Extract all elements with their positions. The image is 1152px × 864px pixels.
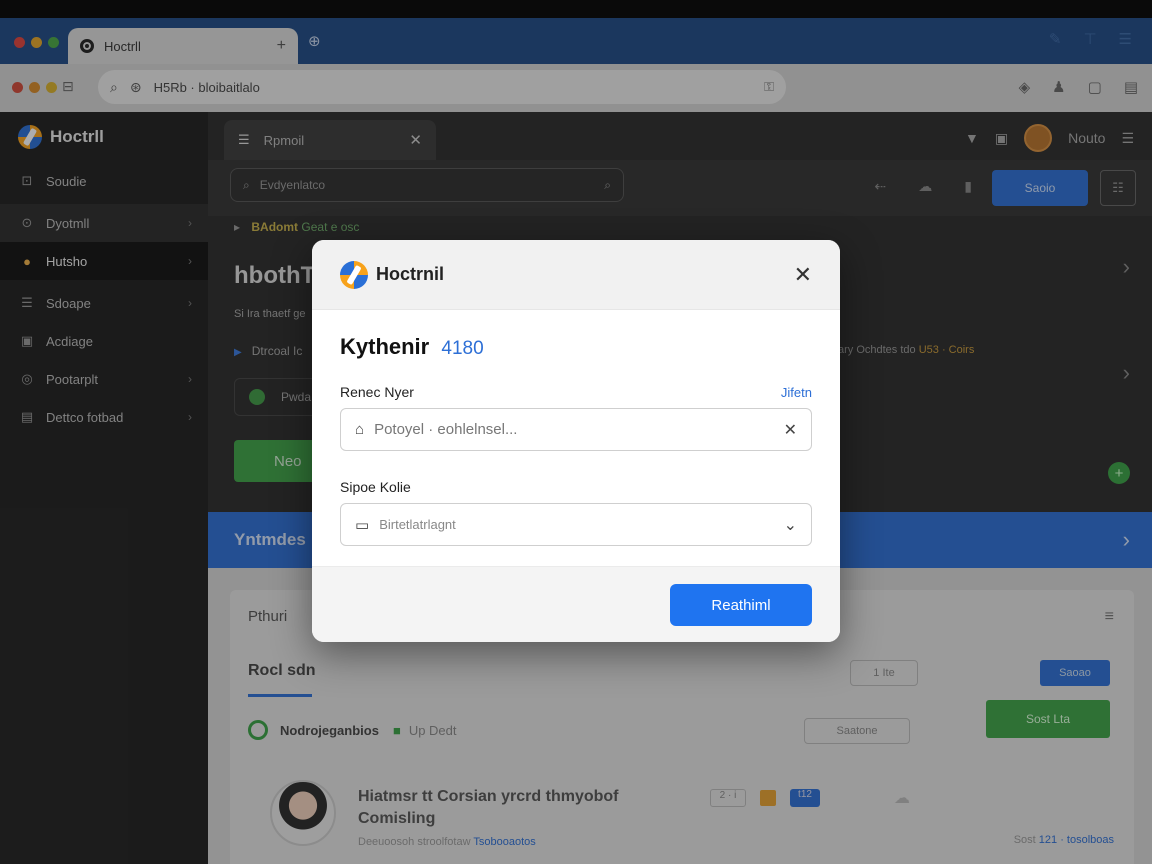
modal-title-text: Kythenir	[340, 334, 430, 359]
modal-title: Kythenir 4180	[340, 334, 812, 360]
field2-label: Sipoe Kolie	[340, 479, 411, 495]
field1-label: Renec Nyer	[340, 384, 414, 400]
chevron-down-icon: ⌄	[783, 516, 797, 534]
modal-body: Kythenir 4180 Renec Nyer Jifetn ⌂ Potoye…	[312, 310, 840, 546]
close-icon[interactable]: ✕	[794, 262, 812, 288]
modal-header: Hoctrnil ✕	[312, 240, 840, 310]
modal-primary-button[interactable]: Reathiml	[670, 584, 812, 626]
screen: Hoctrll + ⊕ ✎ ⊤ ☰ ⊟ ⌕ ⊛ H5Rb · bloibaitl…	[0, 0, 1152, 864]
drive-icon: ▭	[355, 516, 370, 534]
modal-brand: Hoctrnil	[376, 264, 445, 284]
field1-link[interactable]: Jifetn	[781, 385, 812, 400]
modal-dialog: Hoctrnil ✕ Kythenir 4180 Renec Nyer Jife…	[312, 240, 840, 642]
clear-icon[interactable]: ✕	[784, 420, 797, 440]
field1-input[interactable]: ⌂ Potoyel · eohlelnsel... ✕	[340, 408, 812, 451]
modal-title-number: 4180	[441, 338, 484, 359]
field1-label-row: Renec Nyer Jifetn	[340, 384, 812, 400]
field2-value: Birtetlatrlagnt	[379, 517, 456, 532]
field2-select[interactable]: ▭ Birtetlatrlagnt ⌄	[340, 503, 812, 546]
field1-placeholder: Potoyel · eohlelnsel...	[374, 421, 518, 438]
tag-icon: ⌂	[355, 421, 365, 438]
modal-footer: Reathiml	[312, 566, 840, 642]
brand-logo-icon	[340, 260, 368, 289]
